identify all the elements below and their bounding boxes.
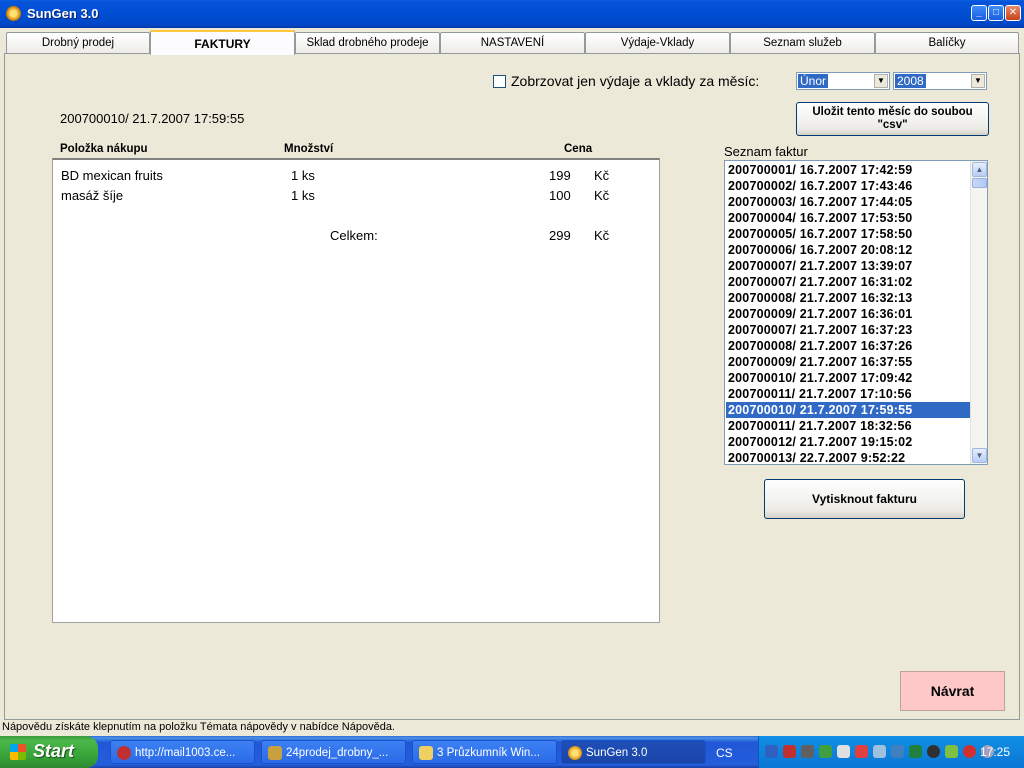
tray-settings-icon[interactable] [837,745,850,758]
taskbar-item-label: SunGen 3.0 [586,747,648,759]
invoice-list-item[interactable]: 200700010/ 21.7.2007 17:09:42 [726,370,970,386]
scroll-up-icon[interactable]: ▲ [972,162,987,177]
tray-alert-icon[interactable] [963,745,976,758]
item-price: 199 [549,168,571,183]
invoice-items-box: BD mexican fruits 1 ks 199 Kč masáž šíje… [52,158,660,623]
invoice-list-item[interactable]: 200700012/ 21.7.2007 19:15:02 [726,434,970,450]
month-filter-checkbox[interactable] [493,75,506,88]
invoice-list-item[interactable]: 200700007/ 21.7.2007 16:37:23 [726,322,970,338]
month-value: Únor [798,74,829,88]
maximize-button[interactable]: □ [988,5,1004,21]
tab-vydaje-vklady[interactable]: Výdaje-Vklady [585,32,730,54]
header-qty: Množství [284,143,334,155]
tray-sync-icon[interactable] [891,745,904,758]
language-indicator[interactable]: CS [716,746,733,760]
invoice-list-item[interactable]: 200700011/ 21.7.2007 18:32:56 [726,418,970,434]
save-csv-button[interactable]: Uložit tento měsíc do soubou "csv" [796,102,989,136]
header-price: Cena [564,143,593,155]
tray-device-icon[interactable] [801,745,814,758]
clock[interactable]: 17:25 [980,745,1010,759]
start-button[interactable]: Start [0,736,98,768]
invoice-list-label: Seznam faktur [724,144,808,159]
tray-app-icon[interactable] [819,745,832,758]
item-currency: Kč [594,188,610,203]
header-item: Položka nákupu [60,143,148,155]
listbox-scrollbar[interactable]: ▲ ▼ [970,161,987,464]
tray-media-icon[interactable] [927,745,940,758]
taskbar-item-document[interactable]: 24prodej_drobny_... [261,740,406,764]
item-name: masáž šíje [61,188,124,203]
total-currency: Kč [594,228,610,243]
app-icon [6,6,21,21]
item-price: 100 [549,188,571,203]
invoice-list-item[interactable]: 200700011/ 21.7.2007 17:10:56 [726,386,970,402]
tab-nastaveni[interactable]: NASTAVENÍ [440,32,585,54]
item-name: BD mexican fruits [61,168,163,183]
invoice-list-item[interactable]: 200700006/ 16.7.2007 20:08:12 [726,242,970,258]
month-filter-label: Zobrzovat jen výdaje a vklady za měsíc: [511,73,760,89]
invoice-list-item[interactable]: 200700013/ 22.7.2007 9:52:22 [726,450,970,464]
taskbar: Start http://mail1003.ce... 24prodej_dro… [0,736,1024,768]
scroll-thumb[interactable] [972,178,987,188]
invoice-list-item[interactable]: 200700007/ 21.7.2007 16:31:02 [726,274,970,290]
system-tray: 17:25 [758,736,1024,768]
invoice-list-item[interactable]: 200700003/ 16.7.2007 17:44:05 [726,194,970,210]
taskbar-item-sungen[interactable]: SunGen 3.0 [561,740,706,764]
chevron-down-icon[interactable]: ▼ [874,74,888,88]
tray-browser-icon[interactable] [783,745,796,758]
taskbar-item-explorer[interactable]: 3 Průzkumník Win... [412,740,557,764]
document-icon [268,746,282,760]
item-qty: 1 ks [291,168,315,183]
taskbar-item-browser[interactable]: http://mail1003.ce... [110,740,255,764]
tab-seznam-sluzeb[interactable]: Seznam služeb [730,32,875,54]
back-button[interactable]: Návrat [900,671,1005,711]
invoice-listbox[interactable]: 200700001/ 16.7.2007 17:42:59 200700002/ … [724,160,988,465]
invoice-title: 200700010/ 21.7.2007 17:59:55 [60,111,245,126]
tab-faktury[interactable]: FAKTURY [150,30,295,55]
tray-update-icon[interactable] [909,745,922,758]
taskbar-item-label: 24prodej_drobny_... [286,747,389,759]
invoice-list-item[interactable]: 200700008/ 21.7.2007 16:32:13 [726,290,970,306]
close-button[interactable]: ✕ [1005,5,1021,21]
print-invoice-button[interactable]: Vytisknout fakturu [764,479,965,519]
invoice-list-item[interactable]: 200700001/ 16.7.2007 17:42:59 [726,162,970,178]
month-select[interactable]: Únor ▼ [796,72,890,90]
app-client-area: Drobný prodej FAKTURY Sklad drobného pro… [4,28,1020,720]
chevron-down-icon[interactable]: ▼ [971,74,985,88]
invoice-list-item[interactable]: 200700009/ 21.7.2007 16:36:01 [726,306,970,322]
tray-monitor-icon[interactable] [873,745,886,758]
total-label: Celkem: [330,228,378,243]
item-currency: Kč [594,168,610,183]
taskbar-item-label: 3 Průzkumník Win... [437,747,540,759]
invoice-list-item[interactable]: 200700009/ 21.7.2007 16:37:55 [726,354,970,370]
invoice-list-item[interactable]: 200700010/ 21.7.2007 17:59:55 [726,402,970,418]
app-icon [568,746,582,760]
year-select[interactable]: 2008 ▼ [893,72,987,90]
browser-icon [117,746,131,760]
folder-icon [419,746,433,760]
tab-sklad[interactable]: Sklad drobného prodeje [295,32,440,54]
windows-logo-icon [10,744,26,760]
year-value: 2008 [895,74,926,88]
invoice-list-item[interactable]: 200700008/ 21.7.2007 16:37:26 [726,338,970,354]
invoice-list-item[interactable]: 200700005/ 16.7.2007 17:58:50 [726,226,970,242]
tray-tool-icon[interactable] [945,745,958,758]
status-bar: Nápovědu získáte klepnutím na položku Té… [0,720,1024,736]
taskbar-item-label: http://mail1003.ce... [135,747,236,759]
total-value: 299 [549,228,571,243]
scroll-down-icon[interactable]: ▼ [972,448,987,463]
invoice-list-item[interactable]: 200700007/ 21.7.2007 13:39:07 [726,258,970,274]
invoice-list-item[interactable]: 200700004/ 16.7.2007 17:53:50 [726,210,970,226]
item-qty: 1 ks [291,188,315,203]
tray-network-icon[interactable] [765,745,778,758]
minimize-button[interactable]: _ [971,5,987,21]
tray-antivirus-icon[interactable] [855,745,868,758]
tab-balicky[interactable]: Balíčky [875,32,1019,54]
start-label: Start [33,741,75,761]
tab-drobny-prodej[interactable]: Drobný prodej [6,32,150,54]
tab-strip: Drobný prodej FAKTURY Sklad drobného pro… [4,30,1020,55]
invoice-list-item[interactable]: 200700002/ 16.7.2007 17:43:46 [726,178,970,194]
window-title: SunGen 3.0 [27,6,99,21]
title-bar[interactable]: SunGen 3.0 _ □ ✕ [0,0,1024,28]
